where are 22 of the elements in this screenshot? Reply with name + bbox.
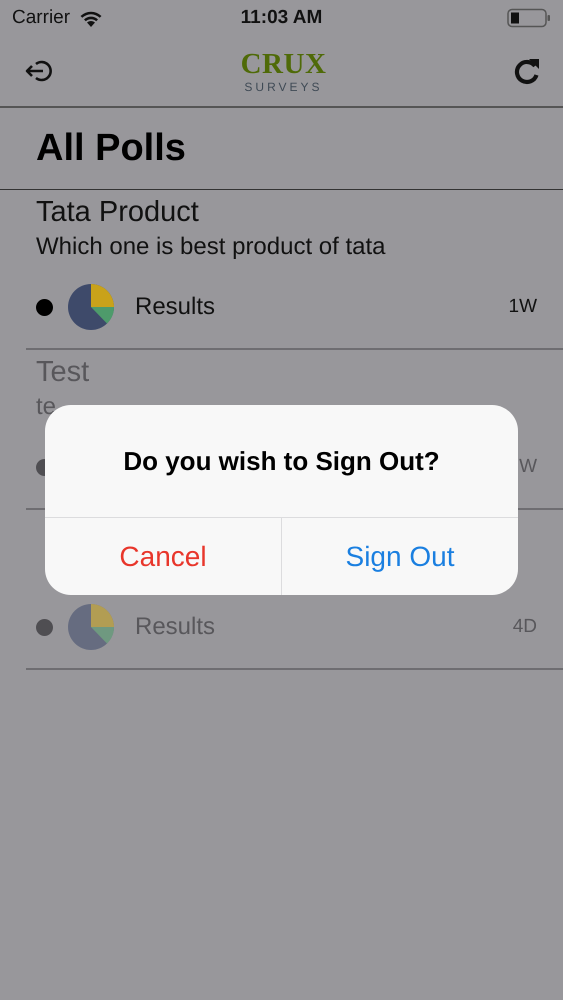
poll-age: W — [519, 456, 537, 478]
poll-question: Which one is best product of tata — [36, 232, 386, 262]
sign-out-icon — [24, 58, 54, 84]
confirm-button[interactable]: Sign Out — [281, 518, 518, 595]
poll-question: te — [36, 392, 56, 422]
results-link[interactable]: Results — [135, 613, 216, 641]
alert-title: Do you wish to Sign Out? — [123, 446, 440, 476]
results-link[interactable]: Results — [135, 293, 216, 321]
clock-time: 11:03 AM — [240, 7, 322, 28]
refresh-icon — [513, 57, 541, 85]
poll-age: 1W — [508, 296, 537, 318]
pie-chart-icon — [67, 603, 115, 651]
carrier-name: Carrier — [12, 7, 70, 29]
cancel-button[interactable]: Cancel — [45, 518, 281, 595]
logo-tagline: SURVEYS — [244, 80, 323, 92]
page-title: All Polls — [36, 127, 186, 170]
poll-title: Tata Product — [36, 195, 199, 230]
pie-chart-icon — [67, 283, 115, 331]
logo-name: CRUX — [240, 50, 326, 78]
poll-age: 4D — [512, 616, 537, 638]
battery-icon — [507, 8, 551, 28]
poll-title: Test — [36, 355, 90, 390]
